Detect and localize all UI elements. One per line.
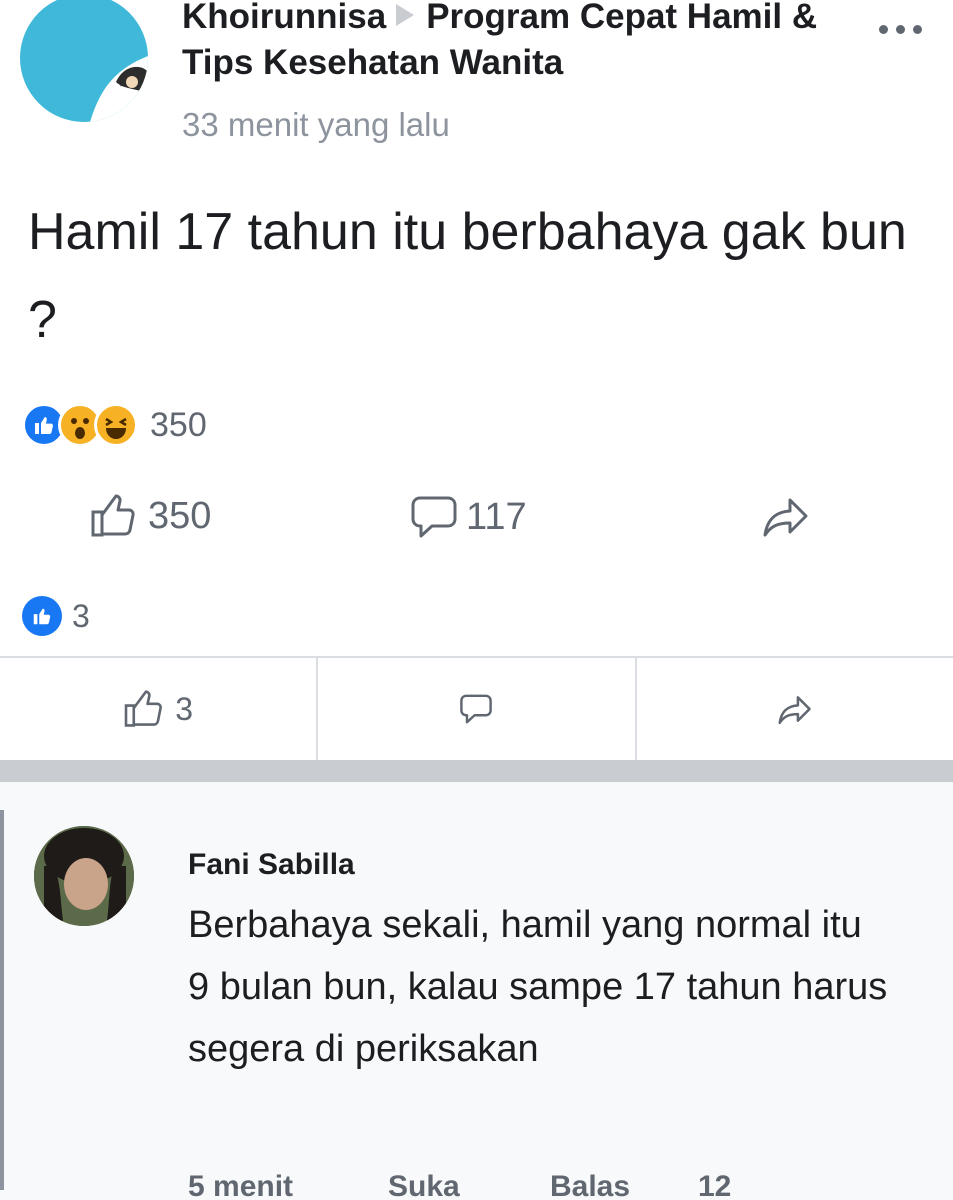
comment-like-button[interactable]: Suka xyxy=(388,1170,460,1200)
like-badge-count: 3 xyxy=(72,597,90,634)
shared-share-button[interactable] xyxy=(637,658,953,760)
share-arrow-icon xyxy=(778,696,811,725)
dot xyxy=(912,24,922,34)
post-action-row: 350 117 xyxy=(0,480,953,560)
like-count: 350 xyxy=(148,494,212,537)
reaction-summary[interactable]: 350 xyxy=(22,400,207,450)
reaction-count: 350 xyxy=(150,405,207,444)
shared-like-count: 3 xyxy=(175,690,194,727)
comment-time[interactable]: 5 menit xyxy=(188,1170,293,1200)
thumbs-up-icon xyxy=(124,690,163,727)
author-name[interactable]: Khoirunnisa xyxy=(182,0,386,36)
page-avatar[interactable] xyxy=(20,0,148,122)
page-avatar-illustration xyxy=(90,56,148,122)
like-badge-icon xyxy=(22,596,62,636)
more-dots-icon[interactable] xyxy=(872,14,928,44)
shared-post-like-summary[interactable]: 3 xyxy=(22,596,90,636)
like-button[interactable]: 350 xyxy=(90,494,211,538)
section-divider xyxy=(0,760,953,782)
post-text: Hamil 17 tahun itu berbahaya gak bun ? xyxy=(28,203,907,349)
comment-count: 117 xyxy=(466,495,527,538)
comment-bubble-icon xyxy=(411,496,457,538)
comment-meta-row: 5 menit Suka Balas 12 xyxy=(188,1170,888,1200)
dot xyxy=(895,24,905,34)
shared-post-button-bar: 3 xyxy=(0,656,953,760)
shared-comment-button[interactable] xyxy=(318,658,637,760)
thumbs-up-icon xyxy=(91,494,135,537)
share-button[interactable] xyxy=(762,494,810,538)
share-arrow-icon xyxy=(763,498,808,537)
commenter-photo xyxy=(34,826,134,926)
comment-button[interactable]: 117 xyxy=(410,494,527,540)
comment-text: Berbahaya sekali, hamil yang normal itu … xyxy=(188,904,888,1070)
post-card: Khoirunnisa Program Cepat Hamil & Tips Ke… xyxy=(0,0,953,765)
haha-reaction-icon xyxy=(94,403,138,447)
comment-reaction-count[interactable]: 12 xyxy=(698,1170,731,1200)
arrow-right-icon xyxy=(396,4,415,26)
comment-thread-line xyxy=(0,810,4,1190)
commenter-avatar[interactable] xyxy=(34,826,134,926)
dot xyxy=(878,24,888,34)
post-header: Khoirunnisa Program Cepat Hamil & Tips Ke… xyxy=(182,0,862,86)
comment-bubble-icon xyxy=(460,694,493,724)
shared-like-button[interactable]: 3 xyxy=(0,658,319,760)
post-timestamp[interactable]: 33 menit yang lalu xyxy=(182,106,450,144)
commenter-name[interactable]: Fani Sabilla xyxy=(188,848,355,882)
comment-reply-button[interactable]: Balas xyxy=(550,1170,630,1200)
